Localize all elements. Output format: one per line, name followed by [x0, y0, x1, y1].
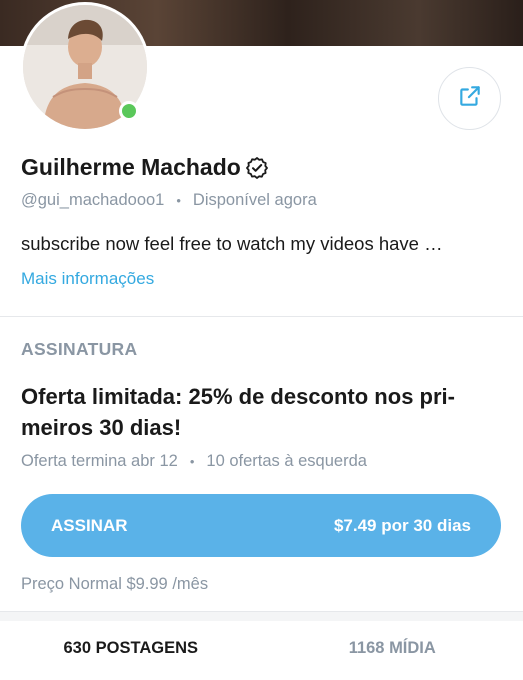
- divider: [0, 316, 523, 317]
- regular-price: Preço Normal $9.99 /mês: [21, 575, 209, 593]
- subscribe-button-price: $7.49 por 30 dias: [333, 515, 471, 535]
- tab-media[interactable]: 1168 MÍDIA: [262, 621, 523, 680]
- offer-title: Oferta limitada: 25% de desconto nos pri…: [21, 384, 455, 440]
- subscribe-button[interactable]: ASSINAR $7.49 por 30 dias: [21, 494, 501, 557]
- online-status-indicator: [119, 101, 139, 121]
- profile-status: Disponível agora: [192, 191, 317, 209]
- profile-name-row: Guilherme Machado: [21, 154, 269, 181]
- profile-handle: @gui_machadooo1: [21, 191, 165, 209]
- more-info-link[interactable]: Mais informações: [21, 269, 154, 289]
- verified-badge-icon: [245, 156, 269, 180]
- section-divider: [0, 611, 523, 621]
- offers-remaining: 10 ofertas à esquerda: [206, 452, 367, 470]
- profile-handle-row: @gui_machadooo1 • Disponível agora: [21, 191, 317, 210]
- share-button[interactable]: [438, 67, 501, 130]
- subscribe-button-label: ASSINAR: [51, 515, 128, 535]
- profile-bio: subscribe now feel free to watch my vide…: [21, 233, 443, 254]
- profile-tabs: 630 POSTAGENS 1168 MÍDIA: [0, 621, 523, 680]
- profile-name: Guilherme Machado: [21, 154, 241, 180]
- subscription-section-label: ASSINATURA: [21, 339, 138, 359]
- offer-end-date: Oferta termina abr 12: [21, 452, 178, 470]
- separator-dot: •: [189, 454, 195, 469]
- separator-dot: •: [176, 193, 181, 208]
- share-icon: [457, 83, 483, 114]
- offer-meta-row: Oferta termina abr 12 • 10 ofertas à esq…: [21, 452, 367, 471]
- tab-posts[interactable]: 630 POSTAGENS: [0, 621, 262, 680]
